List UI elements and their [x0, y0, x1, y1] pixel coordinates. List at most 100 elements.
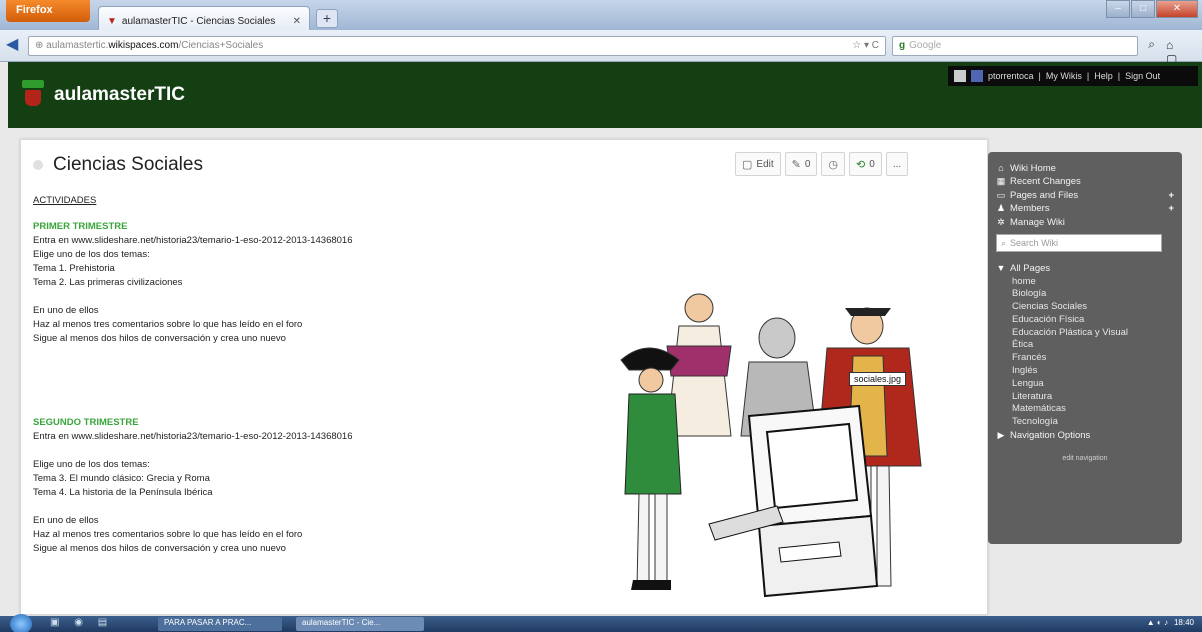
comments-count: 0: [804, 158, 811, 170]
logo-icon: [22, 80, 44, 108]
sidebar-page-link[interactable]: Literatura: [1012, 391, 1174, 404]
maximize-button[interactable]: □: [1131, 0, 1155, 18]
sidebar: ⌂ Wiki Home ▦ Recent Changes ▭ Pages and Fi…: [988, 152, 1182, 544]
back-button[interactable]: ◀: [6, 36, 26, 56]
site-identity-icon[interactable]: ⊕: [35, 40, 46, 51]
sidebar-page-link[interactable]: home: [1012, 276, 1174, 289]
gear-icon: ✲: [997, 216, 1005, 227]
os-taskbar: ▣ ◉ ▤ PARA PASAR A PRAC... aulamasterTIC…: [0, 614, 1202, 632]
calendar-icon: ▦: [996, 176, 1006, 186]
follow-icon: ⟲: [856, 158, 866, 171]
notification-icon[interactable]: [954, 70, 966, 82]
browser-tab[interactable]: ▼ aulamasterTIC - Ciencias Sociales ✕: [98, 6, 310, 30]
sidebar-navigation-options[interactable]: ▶ Navigation Options: [996, 429, 1174, 441]
taskbar-app-firefox[interactable]: aulamasterTIC - Cie...: [296, 617, 424, 631]
window-controls: – □ ✕: [1106, 0, 1198, 18]
start-button[interactable]: [10, 614, 32, 632]
user-link-help[interactable]: Help: [1094, 71, 1113, 81]
sidebar-page-link[interactable]: Lengua: [1012, 378, 1174, 391]
sidebar-item-label: Members: [1010, 203, 1050, 214]
google-icon: g: [899, 40, 906, 51]
sidebar-item-label: Manage Wiki: [1010, 216, 1065, 228]
search-bar[interactable]: g Google ⌕: [892, 36, 1155, 56]
trimester2-line: Tema 3. El mundo clásico: Grecia y Roma: [33, 473, 210, 484]
avatar[interactable]: [971, 70, 983, 82]
search-icon: ⌕: [1001, 237, 1007, 248]
edit-button[interactable]: ▢ Edit: [735, 152, 781, 176]
sidebar-item-members[interactable]: ♟ Members +: [996, 203, 1174, 215]
favicon-icon: ▼: [107, 15, 117, 27]
folder-icon: ▭: [996, 189, 1006, 200]
sidebar-all-pages-toggle[interactable]: ▼ All Pages: [996, 262, 1174, 274]
search-placeholder: Search Wiki: [1010, 238, 1059, 248]
trimester2-line: Tema 4. La historia de la Península Ibér…: [33, 487, 213, 498]
site-header: aulamasterTIC ptorrentoca | My Wikis | H…: [8, 62, 1202, 128]
sidebar-page-link[interactable]: Educación Plástica y Visual: [1012, 327, 1174, 340]
comments-button[interactable]: ✎ 0: [784, 152, 818, 176]
reload-icon[interactable]: ☆ ▾ C: [852, 40, 879, 51]
sidebar-page-link[interactable]: Inglés: [1012, 365, 1174, 378]
close-tab-icon[interactable]: ✕: [293, 16, 301, 27]
chevron-right-icon: ▶: [997, 429, 1005, 440]
more-label: ...: [892, 158, 902, 170]
add-member-icon[interactable]: +: [1168, 203, 1174, 214]
sidebar-search-input[interactable]: ⌕ Search Wiki: [996, 234, 1162, 252]
sidebar-page-link[interactable]: Biología: [1012, 288, 1174, 301]
follow-button[interactable]: ⟲ 0: [849, 152, 882, 176]
sidebar-item-wiki-home[interactable]: ⌂ Wiki Home: [996, 162, 1174, 174]
trimester1-line: Entra en www.slideshare.net/historia23/t…: [33, 235, 353, 246]
url-path: /Ciencias+Sociales: [178, 40, 264, 51]
tray-icons[interactable]: ▲ ◐ ♪: [1147, 618, 1168, 627]
sidebar-page-link[interactable]: Matemáticas: [1012, 403, 1174, 416]
chevron-down-icon: ▼: [996, 263, 1006, 273]
url-bar[interactable]: ⊕ aulamastertic.wikispaces.com/Ciencias+…: [28, 36, 886, 56]
search-icon[interactable]: ⌕: [1148, 37, 1155, 52]
sidebar-item-label: Pages and Files: [1010, 189, 1079, 201]
minimize-button[interactable]: –: [1106, 0, 1130, 18]
user-link-username[interactable]: ptorrentoca: [988, 71, 1034, 81]
taskbar-app-word[interactable]: PARA PASAR A PRAC...: [158, 617, 282, 631]
edit-navigation-link[interactable]: edit navigation: [996, 455, 1174, 462]
sidebar-page-link[interactable]: Tecnología: [1012, 416, 1174, 429]
historical-figures-illustration: sociales.jpg: [609, 286, 969, 614]
site-title[interactable]: aulamasterTIC: [54, 84, 185, 106]
page-content: Ciencias Sociales ▢ Edit ✎ 0 ◷ ⟲ 0 ... ACTI…: [20, 139, 988, 615]
user-link-sign-out[interactable]: Sign Out: [1125, 71, 1160, 81]
sidebar-page-link[interactable]: Ciencias Sociales: [1012, 301, 1174, 314]
url-prefix: aulamastertic.: [46, 40, 109, 51]
add-page-icon[interactable]: +: [1168, 190, 1174, 201]
trimester1-line: Sigue al menos dos hilos de conversación…: [33, 333, 286, 344]
url-domain: wikispaces.com: [108, 40, 179, 51]
trimester1-line: Haz al menos tres comentarios sobre lo q…: [33, 319, 303, 330]
activities-label: ACTIVIDADES: [33, 195, 97, 206]
page-status-icon: [33, 160, 43, 170]
firefox-menu-button[interactable]: Firefox: [6, 0, 90, 22]
sidebar-page-link[interactable]: Francés: [1012, 352, 1174, 365]
trimester1-line: En uno de ellos: [33, 305, 99, 316]
history-button[interactable]: ◷: [821, 152, 846, 176]
sidebar-item-label: Navigation Options: [1010, 429, 1091, 441]
new-tab-button[interactable]: +: [316, 9, 338, 28]
sidebar-item-manage-wiki[interactable]: ✲ Manage Wiki: [996, 216, 1174, 228]
sidebar-page-link[interactable]: Ética: [1012, 339, 1174, 352]
quick-launch-icons[interactable]: ▣ ◉ ▤: [50, 617, 113, 628]
clock[interactable]: 18:40: [1174, 618, 1194, 627]
image-filename-label: sociales.jpg: [849, 372, 907, 386]
close-window-button[interactable]: ✕: [1156, 0, 1198, 18]
sidebar-item-label: Recent Changes: [1010, 176, 1081, 187]
tab-title: aulamasterTIC - Ciencias Sociales: [121, 15, 276, 27]
follow-count: 0: [869, 158, 875, 170]
comment-icon: ✎: [791, 158, 801, 171]
members-icon: ♟: [996, 203, 1006, 213]
illustration-svg: [620, 293, 922, 598]
user-link-my-wikis[interactable]: My Wikis: [1046, 71, 1082, 81]
more-button[interactable]: ...: [885, 152, 909, 176]
sidebar-page-link[interactable]: Educación Física: [1012, 314, 1174, 327]
history-icon: ◷: [828, 158, 839, 171]
page-title-wrap: Ciencias Sociales: [33, 154, 203, 176]
trimester1-line: Tema 2. Las primeras civilizaciones: [33, 277, 183, 288]
page-toolbar: ▢ Edit ✎ 0 ◷ ⟲ 0 ...: [735, 152, 973, 176]
sidebar-item-pages-and-files[interactable]: ▭ Pages and Files +: [996, 189, 1174, 201]
edit-label: Edit: [756, 158, 774, 170]
sidebar-item-recent-changes[interactable]: ▦ Recent Changes: [996, 176, 1174, 188]
